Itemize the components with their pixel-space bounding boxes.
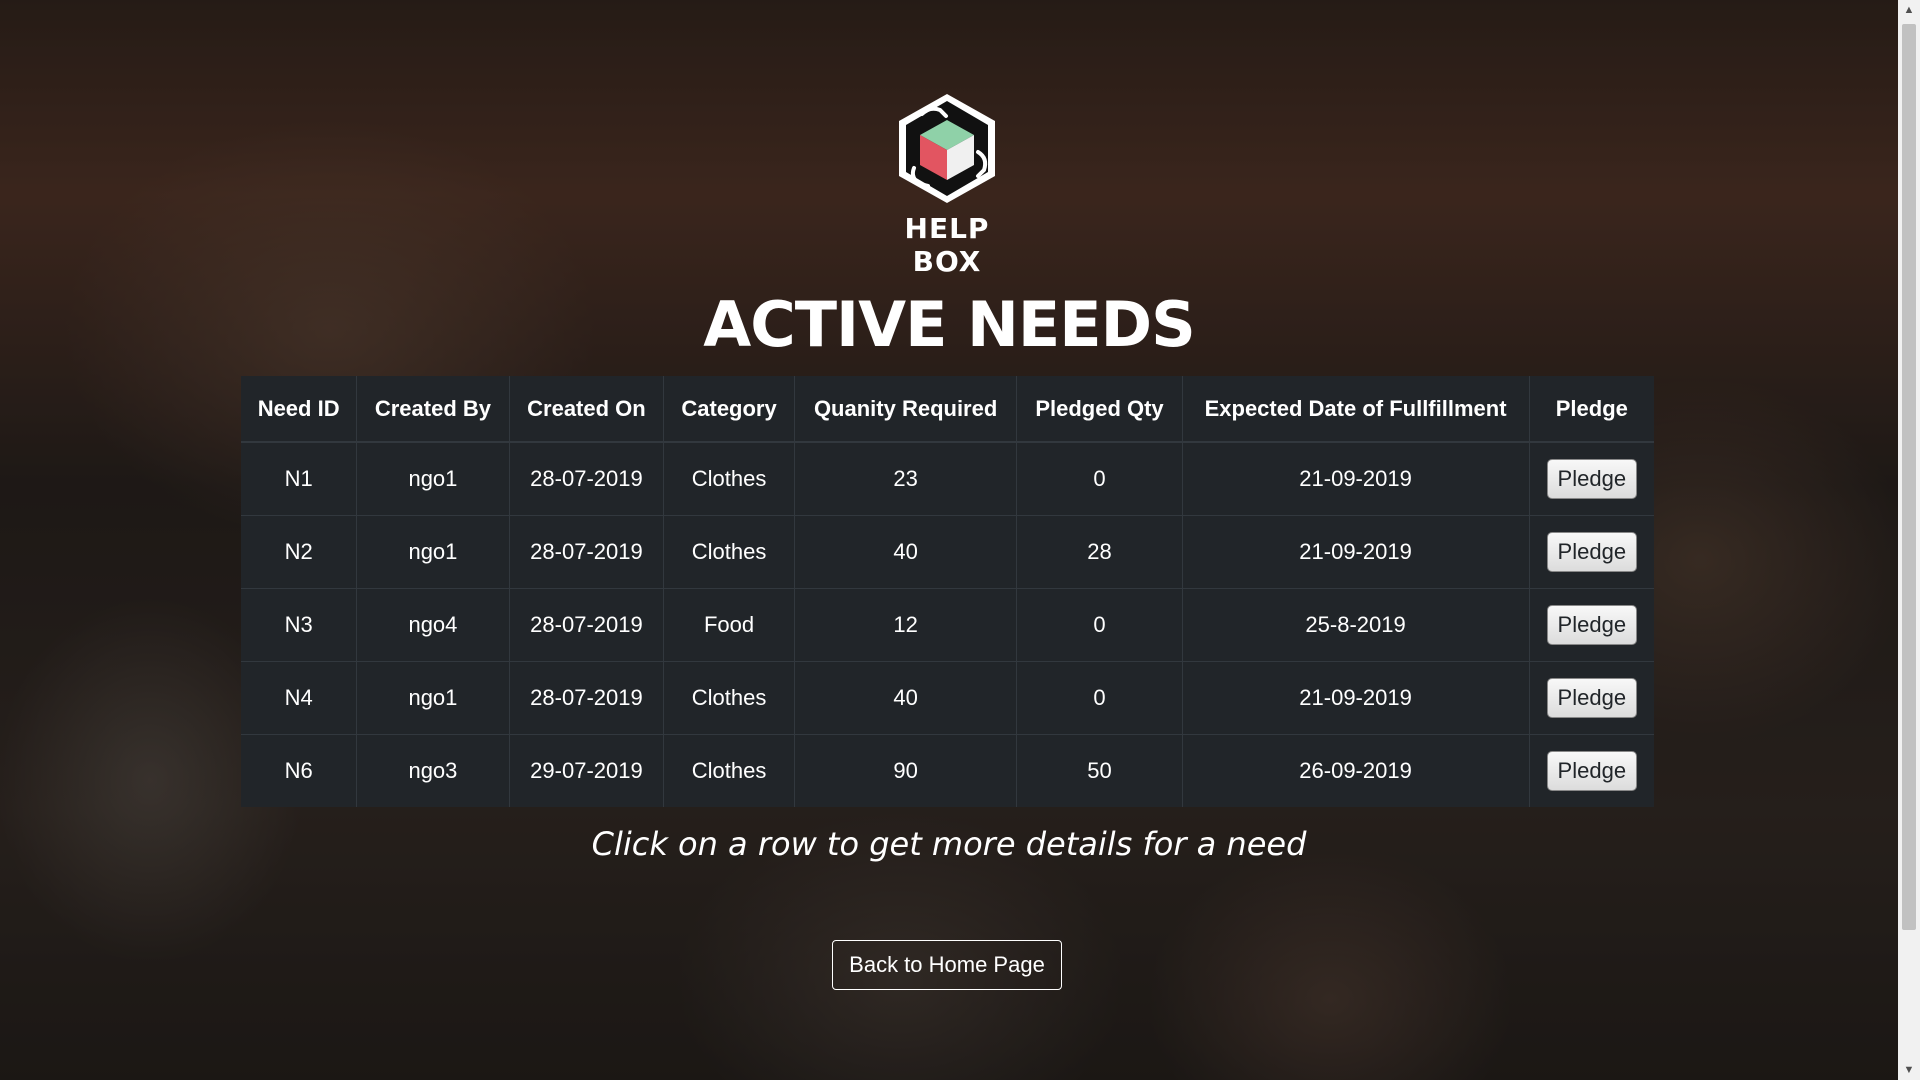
chevron-up-icon[interactable]: ▲ — [1898, 0, 1920, 20]
back-to-home-button[interactable]: Back to Home Page — [832, 940, 1062, 990]
page-title: ACTIVE NEEDS — [703, 288, 1195, 361]
cell-quantity-required: 23 — [793, 441, 1017, 516]
cell-quantity-required: 40 — [793, 661, 1017, 735]
cell-created-on: 28-07-2019 — [508, 515, 664, 589]
cell-expected-date: 21-09-2019 — [1181, 661, 1530, 735]
table-row[interactable]: N4 ngo1 28-07-2019 Clothes 40 0 21-09-20… — [241, 661, 1654, 735]
cell-created-on: 28-07-2019 — [508, 661, 664, 735]
cell-pledged-qty: 0 — [1016, 441, 1183, 516]
vertical-scrollbar[interactable]: ▲ ▼ — [1898, 0, 1920, 1080]
cell-quantity-required: 12 — [793, 588, 1017, 662]
cell-quantity-required: 40 — [793, 515, 1017, 589]
column-header-expected-date: Expected Date of Fullfillment — [1181, 376, 1530, 443]
cell-created-by: ngo4 — [356, 588, 510, 662]
cell-quantity-required: 90 — [793, 734, 1017, 807]
column-header-created-on: Created On — [508, 376, 664, 443]
help-box-logo: HELP BOX — [888, 90, 1006, 278]
cell-category: Clothes — [663, 515, 795, 589]
cell-created-by: ngo1 — [356, 515, 510, 589]
cell-pledged-qty: 50 — [1016, 734, 1183, 807]
column-header-need-id: Need ID — [241, 376, 357, 443]
active-needs-table: Need ID Created By Created On Category Q… — [241, 376, 1654, 807]
cell-category: Food — [663, 588, 795, 662]
column-header-pledge: Pledge — [1528, 376, 1654, 443]
chevron-down-icon[interactable]: ▼ — [1898, 1060, 1920, 1080]
pledge-button[interactable]: Pledge — [1546, 751, 1638, 791]
cell-pledge: Pledge — [1528, 588, 1654, 662]
cell-expected-date: 26-09-2019 — [1181, 734, 1530, 807]
cell-created-by: ngo3 — [356, 734, 510, 807]
column-header-category: Category — [663, 376, 795, 443]
cell-expected-date: 21-09-2019 — [1181, 515, 1530, 589]
table-row[interactable]: N1 ngo1 28-07-2019 Clothes 23 0 21-09-20… — [241, 441, 1654, 516]
cell-need-id: N6 — [241, 734, 357, 807]
column-header-pledged-qty: Pledged Qty — [1016, 376, 1183, 443]
cell-pledge: Pledge — [1528, 661, 1654, 735]
column-header-created-by: Created By — [356, 376, 510, 443]
table-header-row: Need ID Created By Created On Category Q… — [241, 376, 1654, 443]
table-row[interactable]: N6 ngo3 29-07-2019 Clothes 90 50 26-09-2… — [241, 734, 1654, 807]
cell-pledge: Pledge — [1528, 734, 1654, 807]
row-click-hint: Click on a row to get more details for a… — [591, 825, 1307, 863]
cell-category: Clothes — [663, 734, 795, 807]
cell-pledge: Pledge — [1528, 441, 1654, 516]
cell-pledged-qty: 0 — [1016, 588, 1183, 662]
cell-expected-date: 21-09-2019 — [1181, 441, 1530, 516]
cell-created-by: ngo1 — [356, 661, 510, 735]
pledge-button[interactable]: Pledge — [1546, 459, 1638, 499]
cell-need-id: N3 — [241, 588, 357, 662]
cell-expected-date: 25-8-2019 — [1181, 588, 1530, 662]
cell-category: Clothes — [663, 661, 795, 735]
cell-created-on: 28-07-2019 — [508, 441, 664, 516]
cell-need-id: N2 — [241, 515, 357, 589]
help-box-hands-cube-icon — [899, 94, 995, 203]
cell-need-id: N1 — [241, 441, 357, 516]
cell-pledge: Pledge — [1528, 515, 1654, 589]
cell-pledged-qty: 0 — [1016, 661, 1183, 735]
cell-created-on: 29-07-2019 — [508, 734, 664, 807]
pledge-button[interactable]: Pledge — [1546, 532, 1638, 572]
pledge-button[interactable]: Pledge — [1546, 678, 1638, 718]
cell-pledged-qty: 28 — [1016, 515, 1183, 589]
scrollbar-thumb[interactable] — [1902, 24, 1916, 930]
page-background: HELP BOX ACTIVE NEEDS Need ID Created By… — [0, 0, 1920, 1080]
cell-category: Clothes — [663, 441, 795, 516]
main-content: HELP BOX ACTIVE NEEDS Need ID Created By… — [0, 0, 1898, 1080]
table-row[interactable]: N3 ngo4 28-07-2019 Food 12 0 25-8-2019 P… — [241, 588, 1654, 662]
column-header-quantity-required: Quanity Required — [793, 376, 1017, 443]
cell-created-by: ngo1 — [356, 441, 510, 516]
pledge-button[interactable]: Pledge — [1546, 605, 1638, 645]
cell-need-id: N4 — [241, 661, 357, 735]
logo-text: HELP BOX — [904, 212, 990, 278]
cell-created-on: 28-07-2019 — [508, 588, 664, 662]
table-row[interactable]: N2 ngo1 28-07-2019 Clothes 40 28 21-09-2… — [241, 515, 1654, 589]
